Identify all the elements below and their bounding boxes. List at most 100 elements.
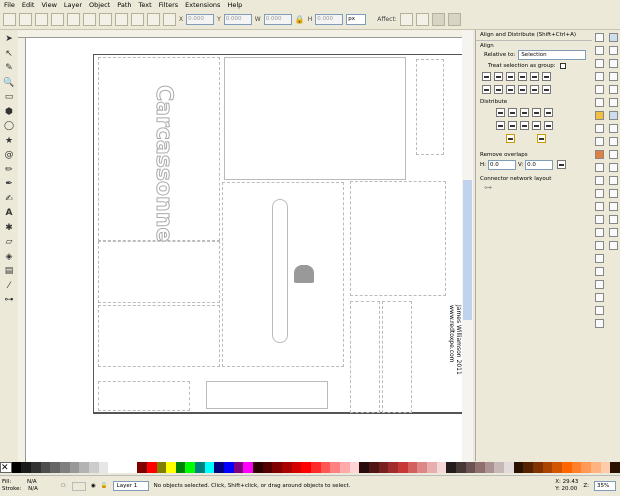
- flip-horizontal-button[interactable]: [83, 13, 96, 26]
- box-panel-bottom-1[interactable]: [98, 381, 190, 411]
- selector-tool-icon[interactable]: ➤: [3, 33, 15, 45]
- color-swatch[interactable]: [368, 462, 379, 473]
- snap-centers-icon[interactable]: [608, 189, 618, 198]
- select-all-layers-button[interactable]: [19, 13, 32, 26]
- fill-value[interactable]: N/A: [27, 479, 37, 485]
- box-panel-left-1[interactable]: [98, 241, 220, 303]
- clone-icon[interactable]: [594, 228, 604, 237]
- align-bottom-edges-icon[interactable]: [517, 85, 527, 94]
- distribute-gaps-v-icon[interactable]: [531, 121, 541, 130]
- unit-select[interactable]: px: [346, 14, 367, 25]
- color-swatch[interactable]: [262, 462, 273, 473]
- align-left-edges-icon[interactable]: [493, 72, 503, 81]
- box-panel-strip-1[interactable]: [350, 301, 380, 413]
- treat-as-group-checkbox[interactable]: [559, 63, 566, 69]
- eraser-tool-icon[interactable]: ▱: [3, 236, 15, 248]
- text-font-icon[interactable]: [594, 280, 604, 289]
- rectangle-tool-icon[interactable]: ▭: [3, 91, 15, 103]
- color-swatch[interactable]: [552, 462, 563, 473]
- snap-bbox-icon[interactable]: [608, 46, 618, 55]
- snap-nodes-icon[interactable]: [608, 111, 618, 120]
- color-swatch[interactable]: [359, 462, 369, 473]
- distribute-baselines-v-icon[interactable]: [543, 121, 553, 130]
- text-tool-icon[interactable]: A: [3, 207, 15, 219]
- star-tool-icon[interactable]: ★: [3, 135, 15, 147]
- color-swatch[interactable]: [185, 462, 196, 473]
- color-swatch[interactable]: [311, 462, 321, 473]
- box-panel-right[interactable]: [350, 181, 446, 296]
- snap-cusp-nodes-icon[interactable]: [608, 150, 618, 159]
- redo-icon[interactable]: [594, 124, 604, 133]
- scale-stroke-toggle[interactable]: [399, 13, 413, 26]
- snap-enable-icon[interactable]: [608, 33, 618, 42]
- snap-grid-icon[interactable]: [608, 228, 618, 237]
- transform-patterns-toggle[interactable]: [447, 13, 461, 26]
- cut-icon[interactable]: [594, 150, 604, 159]
- color-swatch[interactable]: [533, 462, 543, 473]
- box-panel-bottom-2[interactable]: [206, 381, 328, 409]
- deselect-button[interactable]: [35, 13, 48, 26]
- calligraphy-tool-icon[interactable]: ✍: [3, 193, 15, 205]
- horizontal-ruler[interactable]: [18, 30, 462, 38]
- color-swatch[interactable]: [349, 462, 360, 473]
- color-swatch[interactable]: [600, 462, 611, 473]
- stroke-value[interactable]: N/A: [28, 486, 38, 492]
- color-swatch[interactable]: [484, 462, 495, 473]
- color-swatch[interactable]: [98, 462, 109, 473]
- zoom-page-icon[interactable]: [594, 202, 604, 211]
- scale-corners-toggle[interactable]: [415, 13, 429, 26]
- distribute-baselines-h-icon[interactable]: [543, 108, 553, 117]
- box-panel-left-2[interactable]: [98, 305, 220, 367]
- vertical-ruler[interactable]: [18, 38, 26, 462]
- color-swatch[interactable]: [504, 462, 514, 473]
- lower-button[interactable]: [147, 13, 160, 26]
- fill-stroke-icon[interactable]: [594, 267, 604, 276]
- color-swatch[interactable]: [571, 462, 582, 473]
- copy-icon[interactable]: [594, 137, 604, 146]
- align-icon[interactable]: [594, 306, 604, 315]
- align-left-edge-to-right-icon[interactable]: [529, 72, 539, 81]
- zoom-drawing-icon[interactable]: [594, 189, 604, 198]
- paste-icon[interactable]: [594, 163, 604, 172]
- color-swatch[interactable]: [465, 462, 476, 473]
- open-icon[interactable]: [594, 46, 604, 55]
- color-swatch[interactable]: [282, 462, 292, 473]
- color-swatch[interactable]: [426, 462, 437, 473]
- color-swatch[interactable]: [79, 462, 89, 473]
- lock-icon[interactable]: 🔒: [295, 15, 305, 24]
- distribute-top-icon[interactable]: [495, 121, 505, 130]
- color-swatch[interactable]: [11, 462, 22, 473]
- align-bottom-to-top-icon[interactable]: [481, 85, 491, 94]
- color-swatch[interactable]: [21, 462, 31, 473]
- color-swatch[interactable]: [40, 462, 51, 473]
- layer-select[interactable]: Layer 1: [112, 481, 149, 491]
- snap-paths-icon[interactable]: [608, 124, 618, 133]
- color-swatch[interactable]: [320, 462, 331, 473]
- box-panel-lid[interactable]: [224, 57, 406, 180]
- menu-edit[interactable]: Edit: [22, 1, 35, 9]
- color-swatch[interactable]: [243, 462, 254, 473]
- color-swatch[interactable]: [542, 462, 553, 473]
- color-swatch[interactable]: [591, 462, 601, 473]
- color-swatch[interactable]: [214, 462, 225, 473]
- snap-rotation-center-icon[interactable]: [608, 202, 618, 211]
- color-swatch[interactable]: [272, 462, 283, 473]
- select-all-button[interactable]: [3, 13, 16, 26]
- color-swatch[interactable]: [156, 462, 167, 473]
- color-swatch[interactable]: [610, 462, 620, 473]
- center-horizontal-axis-icon[interactable]: [505, 85, 515, 94]
- node-tool-icon[interactable]: ↖: [3, 48, 15, 60]
- rotate-cw-button[interactable]: [67, 13, 80, 26]
- undo-icon[interactable]: [594, 111, 604, 120]
- canvas[interactable]: Carcassonne James Williamson 2011 www.re…: [26, 38, 462, 462]
- distribute-bottom-icon[interactable]: [519, 121, 529, 130]
- snap-midpoints-icon[interactable]: [608, 176, 618, 185]
- color-swatch[interactable]: [523, 462, 534, 473]
- color-swatch[interactable]: [494, 462, 505, 473]
- color-swatch[interactable]: [146, 462, 157, 473]
- raise-button[interactable]: [131, 13, 144, 26]
- save-icon[interactable]: [594, 59, 604, 68]
- export-icon[interactable]: [594, 98, 604, 107]
- import-icon[interactable]: [594, 85, 604, 94]
- transform-gradients-toggle[interactable]: [431, 13, 445, 26]
